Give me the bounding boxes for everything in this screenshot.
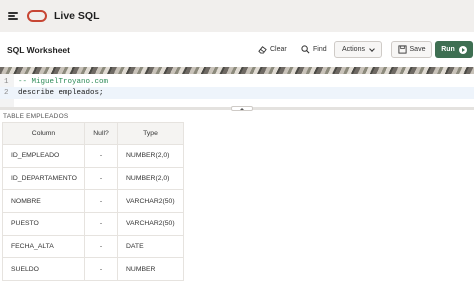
result-caption: TABLE EMPLEADOS	[3, 113, 69, 120]
cell-column: ID_EMPLEADO	[2, 144, 85, 168]
code-statement: describe empleados;	[18, 89, 104, 97]
cell-column: NOMBRE	[2, 189, 85, 214]
table-header-row: Column Null? Type	[2, 122, 184, 145]
table-row: FECHA_ALTA - DATE	[2, 234, 184, 259]
cell-type: VARCHAR2(50)	[117, 212, 184, 236]
save-button[interactable]: Save	[391, 41, 432, 58]
cell-type: NUMBER(2,0)	[117, 166, 184, 191]
actions-menu-button[interactable]: Actions	[334, 41, 382, 58]
sql-editor[interactable]: 1 -- MiguelTroyano.com 2 describe emplea…	[0, 74, 474, 110]
chevron-down-icon	[369, 45, 375, 52]
line-number: 2	[4, 89, 9, 97]
collapse-handle-icon[interactable]	[231, 106, 253, 111]
clear-button[interactable]: Clear	[258, 41, 287, 58]
oracle-logo[interactable]	[27, 10, 47, 22]
play-icon	[458, 45, 467, 54]
worksheet-title: SQL Worksheet	[7, 44, 70, 55]
column-header-null: Null?	[84, 122, 118, 145]
run-button[interactable]: Run	[435, 41, 473, 58]
save-label: Save	[409, 46, 426, 53]
app-title: Live SQL	[54, 10, 100, 22]
cell-column: FECHA_ALTA	[2, 234, 85, 259]
table-row: SUELDO - NUMBER	[2, 257, 184, 282]
decorative-band	[0, 67, 474, 74]
cell-null: -	[84, 166, 118, 191]
app-header: Live SQL	[0, 0, 474, 32]
cell-column: ID_DEPARTAMENTO	[2, 166, 85, 191]
cell-null: -	[84, 144, 118, 168]
cell-column: PUESTO	[2, 212, 85, 236]
eraser-icon	[258, 46, 267, 54]
cell-null: -	[84, 212, 118, 236]
cell-type: NUMBER(2,0)	[117, 144, 184, 168]
search-icon	[301, 45, 310, 54]
table-row: ID_EMPLEADO - NUMBER(2,0)	[2, 144, 184, 168]
cell-null: -	[84, 257, 118, 282]
table-row: PUESTO - VARCHAR2(50)	[2, 212, 184, 236]
cell-null: -	[84, 189, 118, 214]
clear-label: Clear	[270, 46, 287, 53]
save-icon	[397, 45, 407, 54]
column-header-type: Type	[117, 122, 184, 145]
find-label: Find	[313, 46, 327, 53]
cell-type: NUMBER	[117, 257, 184, 282]
find-button[interactable]: Find	[301, 41, 327, 58]
cell-type: DATE	[117, 234, 184, 259]
cell-null: -	[84, 234, 118, 259]
column-header-column: Column	[2, 122, 85, 145]
table-row: ID_DEPARTAMENTO - NUMBER(2,0)	[2, 166, 184, 191]
cell-type: VARCHAR2(50)	[117, 189, 184, 214]
editor-line-active[interactable]: 2 describe empleados;	[0, 87, 474, 99]
describe-result-table: Column Null? Type ID_EMPLEADO - NUMBER(2…	[2, 122, 184, 282]
cell-column: SUELDO	[2, 257, 85, 282]
actions-label: Actions	[342, 46, 365, 53]
run-label: Run	[441, 46, 455, 53]
hamburger-menu-icon[interactable]	[8, 12, 18, 20]
table-row: NOMBRE - VARCHAR2(50)	[2, 189, 184, 214]
